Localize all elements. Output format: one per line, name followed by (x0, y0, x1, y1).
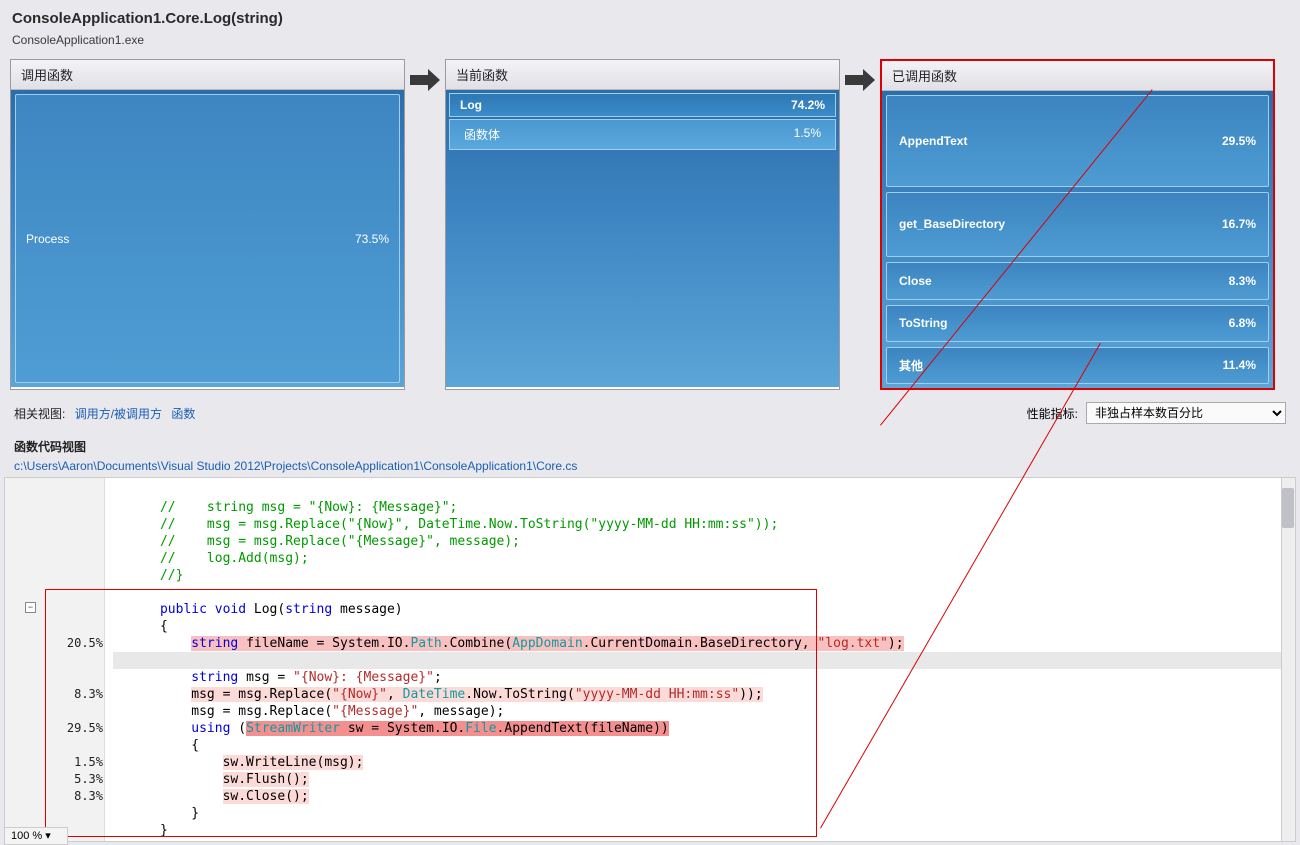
header: ConsoleApplication1.Core.Log(string) Con… (0, 0, 1300, 53)
page-subtitle: ConsoleApplication1.exe (12, 33, 1288, 47)
called-item-name: ToString (899, 316, 947, 330)
current-panel-title: 当前函数 (446, 60, 839, 90)
called-item-pct: 8.3% (1229, 274, 1256, 288)
called-item-other[interactable]: 其他 11.4% (886, 347, 1269, 384)
arrow-icon (405, 59, 445, 390)
current-body-row[interactable]: 函数体 1.5% (449, 119, 836, 150)
called-item-pct: 11.4% (1223, 358, 1256, 372)
related-link-function[interactable]: 函数 (171, 407, 195, 421)
called-item-name: 其他 (899, 357, 923, 374)
call-panels: 调用函数 Process 73.5% 当前函数 Log 74.2% 函数体 1.… (0, 53, 1300, 398)
perf-metric: 性能指标: 非独占样本数百分比 (1027, 402, 1286, 424)
code-view-header: 函数代码视图 (0, 432, 1300, 457)
fold-icon[interactable]: − (25, 602, 36, 613)
calling-item-name: Process (26, 232, 69, 246)
current-log-pct: 74.2% (791, 98, 825, 112)
code-content[interactable]: // string msg = "{Now}: {Message}"; // m… (105, 478, 1281, 841)
code-file-path[interactable]: c:\Users\Aaron\Documents\Visual Studio 2… (0, 457, 1300, 477)
zoom-level[interactable]: 100 % ▾ (4, 827, 68, 845)
called-item-name: Close (899, 274, 932, 288)
perf-metric-label: 性能指标: (1027, 405, 1078, 422)
current-body-pct: 1.5% (794, 126, 821, 143)
called-item-appendtext[interactable]: AppendText 29.5% (886, 95, 1269, 187)
related-views: 相关视图: 调用方/被调用方 函数 (14, 405, 195, 422)
below-row: 相关视图: 调用方/被调用方 函数 性能指标: 非独占样本数百分比 (0, 398, 1300, 432)
current-body-label: 函数体 (464, 126, 500, 143)
called-item-close[interactable]: Close 8.3% (886, 262, 1269, 299)
called-item-pct: 6.8% (1229, 316, 1256, 330)
code-editor[interactable]: − 20.5% 8.3% 29.5% 1.5% 5.3% 8.3% // str… (4, 477, 1296, 842)
current-log-label: Log (460, 98, 482, 112)
arrow-icon (840, 59, 880, 390)
calling-item-pct: 73.5% (355, 232, 389, 246)
vertical-scrollbar[interactable] (1281, 478, 1295, 841)
current-function-panel: 当前函数 Log 74.2% 函数体 1.5% (445, 59, 840, 390)
related-link-caller[interactable]: 调用方/被调用方 (75, 407, 162, 421)
called-functions-panel: 已调用函数 AppendText 29.5% get_BaseDirectory… (880, 59, 1275, 390)
called-item-name: get_BaseDirectory (899, 217, 1005, 231)
current-log-row[interactable]: Log 74.2% (449, 93, 836, 117)
code-gutter: − 20.5% 8.3% 29.5% 1.5% 5.3% 8.3% (5, 478, 105, 841)
called-item-tostring[interactable]: ToString 6.8% (886, 305, 1269, 342)
called-item-pct: 29.5% (1222, 134, 1256, 148)
calling-item-process[interactable]: Process 73.5% (15, 94, 400, 383)
called-item-name: AppendText (899, 134, 967, 148)
pct-column: 20.5% 8.3% 29.5% 1.5% 5.3% 8.3% (59, 482, 103, 822)
calling-functions-panel: 调用函数 Process 73.5% (10, 59, 405, 390)
called-panel-title: 已调用函数 (882, 61, 1273, 91)
called-item-pct: 16.7% (1222, 217, 1256, 231)
scroll-thumb[interactable] (1282, 488, 1294, 528)
calling-panel-title: 调用函数 (11, 60, 404, 90)
page-title: ConsoleApplication1.Core.Log(string) (12, 10, 1288, 27)
called-item-basedir[interactable]: get_BaseDirectory 16.7% (886, 192, 1269, 258)
related-label: 相关视图: (14, 407, 65, 421)
perf-metric-select[interactable]: 非独占样本数百分比 (1086, 402, 1286, 424)
